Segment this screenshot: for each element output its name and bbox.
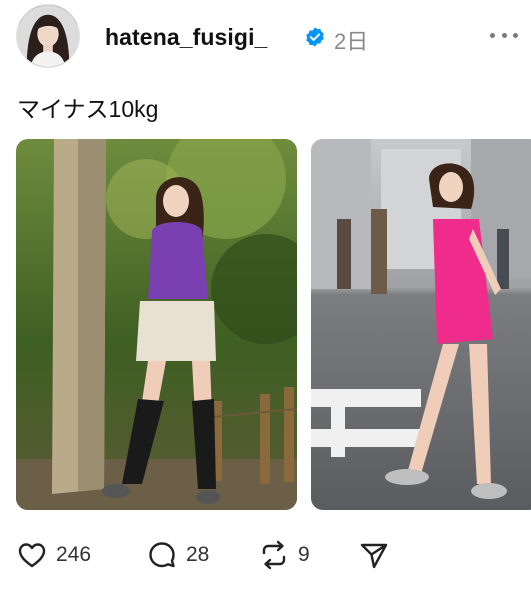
post-caption: マイナス10kg bbox=[17, 96, 159, 122]
heart-icon bbox=[18, 543, 46, 568]
post-image-1[interactable] bbox=[16, 139, 297, 510]
post-header: hatena_fusigi_ 2日 bbox=[16, 2, 520, 70]
post-image-2[interactable] bbox=[311, 139, 531, 510]
repost-count: 9 bbox=[298, 543, 310, 566]
repost-button[interactable]: 9 bbox=[258, 535, 310, 575]
reply-count: 28 bbox=[186, 543, 210, 566]
more-horizontal-icon bbox=[513, 32, 518, 38]
share-button[interactable] bbox=[358, 535, 390, 575]
post-actions: 246 28 9 bbox=[16, 535, 416, 575]
username[interactable]: hatena_fusigi_ bbox=[105, 24, 267, 51]
comment-icon bbox=[149, 542, 175, 568]
like-button[interactable]: 246 bbox=[16, 535, 91, 575]
send-icon bbox=[360, 543, 388, 569]
more-options-button[interactable] bbox=[490, 24, 518, 46]
verified-badge-icon bbox=[304, 26, 326, 48]
more-horizontal-icon bbox=[501, 32, 507, 38]
avatar-image bbox=[17, 5, 79, 67]
post-timestamp: 2日 bbox=[334, 29, 369, 54]
repost-icon bbox=[262, 540, 286, 570]
avatar[interactable] bbox=[16, 4, 80, 68]
reply-button[interactable]: 28 bbox=[146, 535, 209, 575]
like-count: 246 bbox=[56, 543, 92, 566]
more-horizontal-icon bbox=[490, 32, 495, 38]
